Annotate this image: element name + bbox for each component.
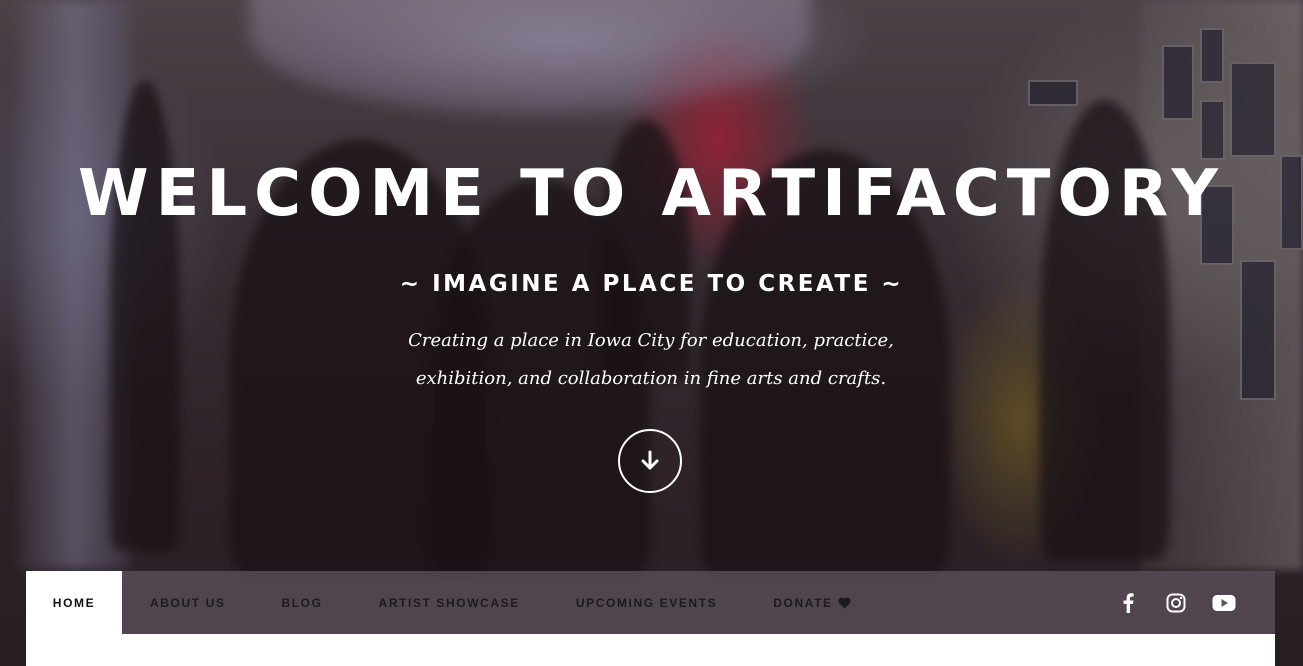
heart-icon <box>838 597 851 609</box>
facebook-icon[interactable] <box>1115 590 1141 616</box>
nav-item-label: ARTIST SHOWCASE <box>378 595 520 610</box>
hero-title: WELCOME TO ARTIFACTORY <box>78 157 1225 231</box>
scroll-down-button[interactable] <box>618 429 682 493</box>
nav-item-label: DONATE <box>773 595 833 610</box>
nav-item-upcoming-events[interactable]: UPCOMING EVENTS <box>548 571 745 634</box>
hero-subtitle: ~ IMAGINE A PLACE TO CREATE ~ <box>399 271 904 297</box>
main-navigation: HOME ABOUT US BLOG ARTIST SHOWCASE UPCOM… <box>26 571 1275 634</box>
nav-item-label: ABOUT US <box>150 595 226 610</box>
nav-item-label: UPCOMING EVENTS <box>575 595 718 610</box>
arrow-down-icon <box>640 450 660 472</box>
nav-item-blog[interactable]: BLOG <box>253 571 350 634</box>
nav-item-home[interactable]: HOME <box>26 571 122 634</box>
page-content-top <box>26 634 1275 666</box>
youtube-icon[interactable] <box>1211 590 1237 616</box>
nav-item-artist-showcase[interactable]: ARTIST SHOWCASE <box>351 571 548 634</box>
nav-item-about-us[interactable]: ABOUT US <box>122 571 253 634</box>
nav-item-donate[interactable]: DONATE <box>745 571 878 634</box>
nav-item-label: HOME <box>52 595 96 610</box>
hero-description: Creating a place in Iowa City for educat… <box>408 330 894 389</box>
instagram-icon[interactable] <box>1163 590 1189 616</box>
nav-item-label: BLOG <box>281 595 323 610</box>
social-links <box>1115 571 1275 634</box>
